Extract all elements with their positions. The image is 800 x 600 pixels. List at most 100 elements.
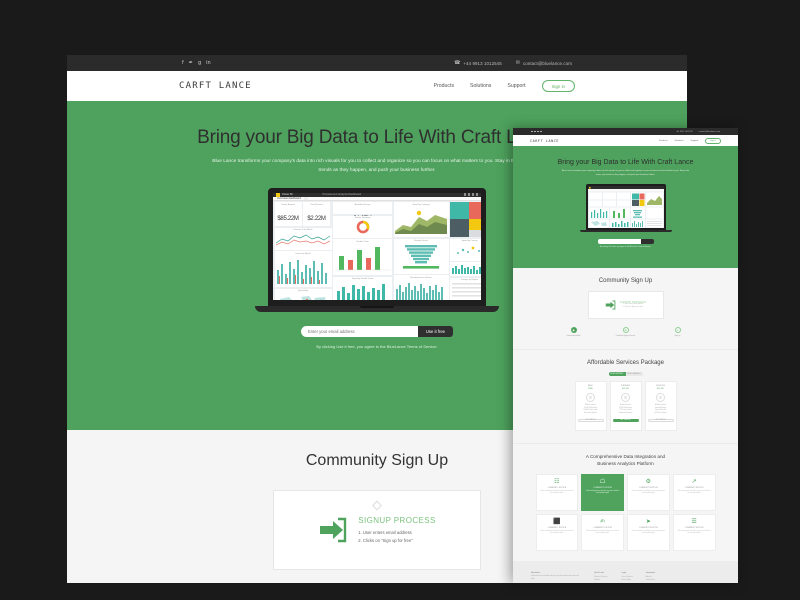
hand-icon: ✍ (600, 517, 606, 525)
email-contact[interactable]: ✉ contact@bluelance.com (516, 60, 572, 66)
mini-community-edition-item[interactable]: ◉ Community Edition (560, 327, 588, 337)
sign-in-button[interactable]: Sign in (541, 79, 575, 93)
plan-price: $29 / MO (622, 388, 629, 390)
nav-item-products[interactable]: Products (434, 83, 454, 89)
feature-card[interactable]: ↗ COMMUNITY EDITION Collect and organize… (672, 473, 716, 511)
share-icon[interactable] (463, 193, 466, 196)
chart-card-funnel: Savings Funnel (393, 238, 449, 274)
book-icon: ☷ (554, 477, 560, 485)
bar-chart (336, 284, 385, 300)
mini-site-logo[interactable]: CARFT LANCE (530, 139, 559, 143)
feature-card[interactable]: ➤ COMMUNITY EDITION Collect and organize… (627, 513, 670, 551)
footer-link-list: Products & Services Solutions Big Data I… (594, 576, 609, 583)
mini-signup-step: 2. Clicks on "Sign up for free" (622, 306, 644, 308)
mini-sign-in-button[interactable]: Sign in (705, 137, 721, 144)
feature-title: COMMUNITY EDITION (639, 487, 658, 489)
nav-item-solutions[interactable]: Solutions (470, 83, 491, 89)
facebook-icon[interactable] (531, 130, 533, 133)
billing-toggle[interactable]: BILLED MONTHLY BILLED ANNUALLY (608, 372, 643, 376)
settings-icon[interactable] (471, 193, 474, 196)
dashboard-appbar-icons (463, 193, 478, 196)
dashboard-column-2: Available Savings $4.07M Rebate Summary (333, 202, 392, 300)
panel-title: Discount % by Month (293, 229, 313, 232)
mini-community-heading: Community Sign Up (598, 278, 653, 284)
mini-laptop-mockup (579, 183, 672, 233)
facebook-icon[interactable]: f (182, 60, 184, 66)
world-map-chart (280, 296, 326, 300)
chart-card-line: Discount % by Month (274, 227, 332, 250)
feature-card[interactable]: ☖ COMMUNITY EDITION Collect and organize… (581, 473, 624, 511)
complete-signup-icon: ⧉ (622, 327, 629, 333)
linkedin-icon[interactable]: in (206, 60, 211, 66)
feature-card[interactable]: ⚙ COMMUNITY EDITION Collect and organize… (627, 473, 670, 511)
scatter-chart (456, 246, 480, 255)
phone-number: +44 9913 1012545 (463, 60, 502, 66)
refresh-icon[interactable] (467, 193, 470, 196)
mini-hero-subtitle: Blue Lance transforms your company's dat… (561, 170, 690, 176)
chart-card-area: Spend by Category (393, 202, 449, 238)
chart-card-donut: Rebate Summary (333, 215, 392, 238)
footer-quick-links: Quick Links Products & Services Solution… (594, 572, 609, 583)
mini-signup-arrow-icon (605, 300, 616, 310)
dashboard-preview: Power BI Procurement Analysis Dashboard … (273, 192, 481, 300)
plan-cta-button[interactable]: GET STARTED (577, 418, 604, 423)
mini-sign-up-item[interactable]: ↗ Sign up (664, 327, 692, 337)
billing-toggle-monthly[interactable]: BILLED MONTHLY (608, 372, 626, 376)
linkedin-icon[interactable] (540, 130, 542, 133)
google-plus-icon[interactable]: g (198, 60, 201, 66)
pricing-card-standard[interactable]: STANDARD $29 / MO ☰ All Basic Features 5… (609, 381, 642, 431)
help-icon[interactable] (475, 193, 478, 196)
feature-desc: Collect and organize your data from any … (585, 490, 620, 494)
kpi-card: Invoice Amount $85.22M (274, 202, 302, 227)
mini-community-icon-row: ◉ Community Edition ⧉ Complete Signup Pr… (513, 327, 738, 337)
diamond-decoration-icon (372, 500, 382, 511)
feature-card[interactable]: ✍ COMMUNITY EDITION Collect and organize… (581, 513, 624, 551)
twitter-icon[interactable]: ✒ (189, 60, 193, 66)
plan-cta-button[interactable]: GET STARTED (612, 418, 639, 423)
paper-plane-icon: ➤ (645, 517, 651, 525)
email-input[interactable] (301, 325, 418, 337)
feature-card[interactable]: ⬛ COMMUNITY EDITION Collect and organize… (535, 513, 579, 551)
chart-card-treemap (450, 202, 481, 238)
mini-complete-signup-item[interactable]: ⧉ Complete Signup Process (612, 327, 640, 337)
laptop-screen: Power BI Procurement Analysis Dashboard … (273, 192, 481, 300)
hero-signup-form: Use it free (301, 325, 453, 337)
mini-email-input[interactable] (597, 239, 641, 244)
use-it-free-button[interactable]: Use it free (417, 325, 453, 337)
feature-card[interactable]: ☰ COMMUNITY EDITION Collect and organize… (672, 513, 716, 551)
gears-icon: ⚙ (645, 477, 652, 485)
mini-complete-signup-caption: Complete Signup Process (615, 335, 636, 337)
footer-legal: Legal Terms of Service Privacy Policy Do… (622, 572, 633, 583)
mini-nav-item-solutions[interactable]: Solutions (675, 140, 684, 142)
features-heading-line1: A Comprehensive Data Integration and (585, 454, 666, 459)
mini-use-it-free-button[interactable] (640, 239, 654, 244)
panel-title: Vendor Count (356, 240, 369, 243)
panel-title: Spend Map (297, 290, 309, 293)
site-logo[interactable]: CARFT LANCE (179, 81, 252, 91)
footer-column-title: Legal (621, 571, 627, 574)
kpi-label: Invoice Amount (281, 203, 295, 206)
feature-card[interactable]: ☷ COMMUNITY EDITION Collect and organize… (535, 473, 579, 511)
mini-signup-process-text: SIGNUP PROCESS 1. User enters email addr… (620, 301, 646, 309)
footer-link-list: About Us Contact Sales Blog Product FAQ … (646, 576, 657, 583)
mini-community-section: Community Sign Up SIGNUP PROCESS 1. User… (513, 268, 738, 350)
twitter-icon[interactable] (534, 130, 536, 133)
mini-nav-item-support[interactable]: Support (691, 140, 699, 142)
mini-laptop-screen (587, 185, 664, 228)
signup-steps: 1. User enters email address 2. Clicks o… (358, 529, 435, 544)
plan-cta-button[interactable]: GET STARTED (647, 418, 674, 423)
table-rows (451, 283, 481, 297)
google-plus-icon[interactable] (537, 130, 539, 133)
footer-newsletter: Newsletter Subscribe to our newsletter a… (531, 572, 581, 583)
mini-community-edition-caption: Community Edition (566, 335, 581, 337)
dashboard-column-3: Spend by Category Savings Funnel Monthly… (393, 202, 449, 300)
pricing-card-basic[interactable]: BASIC FREE ☰ All Basic Features 10 GB Cl… (574, 381, 607, 431)
phone-contact[interactable]: ☎ +44 9913 1012545 (454, 60, 502, 66)
dashboard-filter-chip[interactable] (303, 196, 309, 200)
feature-desc: Collect and organize your data from any … (540, 530, 574, 534)
pricing-card-unlimited[interactable]: UNLIMITED $59 / MO ☰ All Basic Features … (644, 381, 677, 431)
billing-toggle-annually[interactable]: BILLED ANNUALLY (626, 374, 643, 375)
nav-item-support[interactable]: Support (507, 83, 525, 89)
mini-nav-item-products[interactable]: Products (659, 140, 668, 142)
screenshot-stage: f ✒ g in ☎ +44 9913 1012545 ✉ contact@bl… (0, 0, 800, 600)
